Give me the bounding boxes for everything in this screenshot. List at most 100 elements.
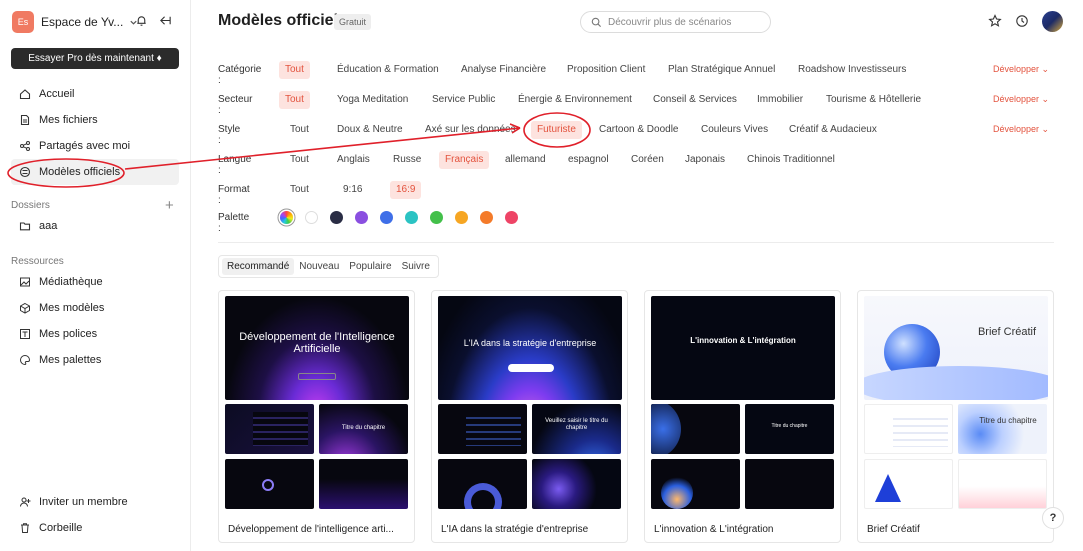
filter-chip[interactable]: espagnol: [562, 151, 615, 169]
nav-item-mes-palettes[interactable]: Mes palettes: [11, 347, 179, 373]
filter-chip[interactable]: Russe: [387, 151, 427, 169]
help-button[interactable]: ?: [1042, 507, 1064, 529]
template-card[interactable]: Développement de l'Intelligence Artifici…: [218, 290, 415, 543]
nav-label: Corbeille: [39, 522, 83, 534]
nav-item-invite-member[interactable]: Inviter un membre: [11, 489, 179, 515]
star-icon[interactable]: [988, 14, 1002, 31]
chevron-down-icon: ⌄: [1041, 64, 1050, 74]
palette-icon: [18, 353, 32, 367]
filter-chip[interactable]: Japonais: [679, 151, 731, 169]
filter-chip[interactable]: Tout: [279, 91, 310, 109]
filter-chip[interactable]: Proposition Client: [561, 61, 651, 79]
filter-label: Secteur :: [218, 94, 253, 116]
thumbnail-button: [508, 364, 554, 372]
bell-icon[interactable]: [135, 14, 148, 30]
template-card[interactable]: Brief Créatif Titre du chapitre Brief Cr…: [857, 290, 1054, 543]
thumbnail-page: [438, 404, 527, 454]
filter-chip[interactable]: Coréen: [625, 151, 670, 169]
filter-chip[interactable]: Axé sur les données: [419, 121, 522, 139]
filter-chip[interactable]: Analyse Financière: [455, 61, 552, 79]
palette-swatch[interactable]: [380, 211, 393, 224]
card-title: Brief Créatif: [867, 524, 920, 535]
develop-button[interactable]: Développer ⌄: [993, 64, 1049, 75]
filter-chip[interactable]: Yoga Meditation: [331, 91, 414, 109]
nav-item-mes-modeles[interactable]: Mes modèles: [11, 295, 179, 321]
image-icon: [18, 275, 32, 289]
develop-button[interactable]: Développer ⌄: [993, 124, 1049, 135]
search-input[interactable]: Découvrir plus de scénarios: [580, 11, 771, 33]
filter-chip[interactable]: Français: [439, 151, 490, 169]
filter-chip[interactable]: allemand: [499, 151, 552, 169]
thumbnail-page: [319, 459, 408, 509]
filter-chip[interactable]: Tout: [284, 151, 315, 169]
filter-chip[interactable]: Éducation & Formation: [331, 61, 445, 79]
filter-chip[interactable]: 16:9: [390, 181, 422, 199]
folder-item-aaa[interactable]: aaa: [11, 213, 179, 239]
folders-title: Dossiers: [11, 200, 50, 211]
thumbnail-chapter: Titre du chapitre: [341, 425, 386, 431]
filter-chip[interactable]: Futuriste: [531, 121, 582, 139]
nav-label: Médiathèque: [39, 276, 103, 288]
palette-swatch[interactable]: [305, 211, 318, 224]
folders-nav: aaa: [11, 213, 179, 239]
filter-chip[interactable]: Conseil & Services: [647, 91, 743, 109]
palette-swatch[interactable]: [330, 211, 343, 224]
nav-item-mediatheque[interactable]: Médiathèque: [11, 269, 179, 295]
filter-chip[interactable]: Plan Stratégique Annuel: [662, 61, 781, 79]
template-thumbnail: L'innovation & L'intégration: [651, 296, 835, 400]
nav-label: Mes palettes: [39, 354, 102, 366]
sort-tab-recommended[interactable]: Recommandé: [222, 258, 295, 275]
workspace-switcher[interactable]: Es Espace de Yv...: [12, 11, 138, 33]
sort-tab-new[interactable]: Nouveau: [294, 258, 344, 275]
filter-chip[interactable]: Énergie & Environnement: [512, 91, 638, 109]
develop-button[interactable]: Développer ⌄: [993, 94, 1049, 105]
filter-chip[interactable]: 9:16: [337, 181, 368, 199]
filter-chip[interactable]: Tout: [279, 61, 310, 79]
try-pro-button[interactable]: Essayer Pro dès maintenant ♦: [11, 48, 179, 69]
resources-title: Ressources: [11, 256, 64, 267]
file-icon: [18, 113, 32, 127]
filter-chip[interactable]: Chinois Traditionnel: [741, 151, 841, 169]
palette-swatch[interactable]: [355, 211, 368, 224]
palette-swatch[interactable]: [405, 211, 418, 224]
filter-chip[interactable]: Immobilier: [751, 91, 809, 109]
resources-nav: Médiathèque Mes modèles Mes polices Mes …: [11, 269, 179, 373]
filter-chip[interactable]: Anglais: [331, 151, 376, 169]
free-badge: Gratuit: [334, 14, 372, 30]
palette-swatch[interactable]: [505, 211, 518, 224]
cube-icon: [18, 301, 32, 315]
nav-item-trash[interactable]: Corbeille: [11, 515, 179, 541]
filter-chip[interactable]: Roadshow Investisseurs: [792, 61, 912, 79]
filter-chip[interactable]: Créatif & Audacieux: [783, 121, 883, 139]
sort-tab-popular[interactable]: Populaire: [344, 258, 396, 275]
filter-chip[interactable]: Tourisme & Hôtellerie: [820, 91, 927, 109]
collapse-sidebar-icon[interactable]: [159, 14, 172, 30]
palette-swatch-all[interactable]: [280, 211, 293, 224]
sort-tab-follow[interactable]: Suivre: [397, 258, 435, 275]
nav-item-accueil[interactable]: Accueil: [11, 81, 179, 107]
nav-item-mes-fichiers[interactable]: Mes fichiers: [11, 107, 179, 133]
template-card[interactable]: L'IA dans la stratégie d'entreprise Veui…: [431, 290, 628, 543]
template-card[interactable]: L'innovation & L'intégration Titre du ch…: [644, 290, 841, 543]
thumbnail-page: [225, 459, 314, 509]
filter-chip[interactable]: Couleurs Vives: [695, 121, 774, 139]
nav-label: Modèles officiels: [39, 166, 121, 178]
nav-item-mes-polices[interactable]: Mes polices: [11, 321, 179, 347]
palette-swatch[interactable]: [480, 211, 493, 224]
nav-item-partages[interactable]: Partagés avec moi: [11, 133, 179, 159]
filter-chip[interactable]: Doux & Neutre: [331, 121, 409, 139]
nav-item-modeles-officiels[interactable]: Modèles officiels: [11, 159, 179, 185]
filter-chip[interactable]: Tout: [284, 121, 315, 139]
filter-chip[interactable]: Service Public: [426, 91, 501, 109]
thumbnail-page: [745, 459, 834, 509]
develop-label: Développer: [993, 124, 1040, 134]
filter-chip[interactable]: Tout: [284, 181, 315, 199]
avatar[interactable]: [1042, 11, 1063, 32]
nav-label: Mes fichiers: [39, 114, 98, 126]
palette-swatch[interactable]: [430, 211, 443, 224]
add-folder-icon[interactable]: +: [165, 197, 174, 214]
palette-swatch[interactable]: [455, 211, 468, 224]
thumbnail-page: [225, 404, 314, 454]
filter-chip[interactable]: Cartoon & Doodle: [593, 121, 685, 139]
history-icon[interactable]: [1015, 14, 1029, 31]
